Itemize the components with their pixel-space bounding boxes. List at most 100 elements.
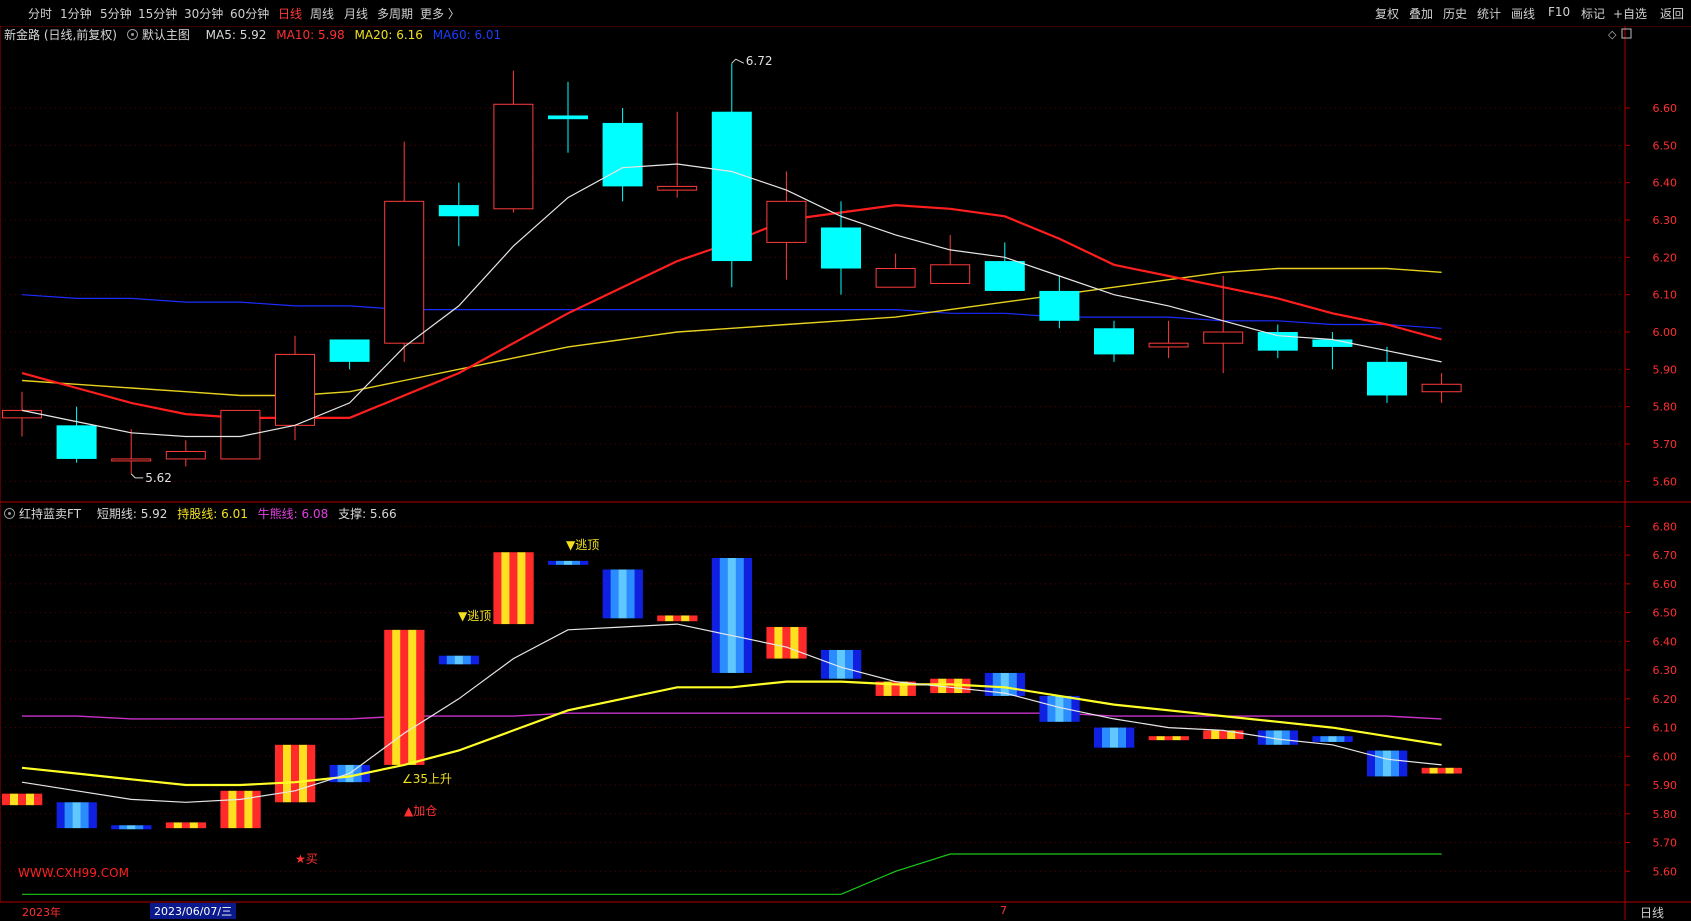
sub-tick-label: 5.80 xyxy=(1653,808,1678,821)
candle xyxy=(165,440,206,467)
fund-bar-stripe xyxy=(135,825,144,830)
fund-bar-stripe xyxy=(1429,767,1438,774)
fund-bar xyxy=(1203,730,1244,740)
candle-body xyxy=(548,115,588,120)
fund-bar-stripe xyxy=(88,802,97,829)
candle xyxy=(1367,346,1407,403)
candle-body xyxy=(766,200,807,243)
fund-bar xyxy=(821,649,862,679)
fund-bar-stripe xyxy=(1047,695,1056,722)
fund-bar-stripe xyxy=(1399,750,1408,777)
fund-bar-stripe xyxy=(189,822,199,829)
fund-bar-stripe xyxy=(821,649,830,679)
fund-bar-stripe xyxy=(392,629,401,765)
stock-name-label: 新金路 (日线,前复权) xyxy=(4,28,117,42)
main-price-tick-label: 6.00 xyxy=(1653,326,1678,339)
fund-bar-stripe xyxy=(119,825,128,830)
fund-bar-stripe xyxy=(307,744,316,803)
fund-bar xyxy=(602,569,643,619)
sub-tick-label: 6.50 xyxy=(1653,607,1678,620)
fund-bar-stripe xyxy=(236,790,245,829)
sub-tick-label: 6.80 xyxy=(1653,520,1678,533)
fund-bar-stripe xyxy=(984,672,994,696)
candle-body xyxy=(2,409,42,419)
indicator-selector[interactable]: 红持蓝卖FT xyxy=(4,507,87,521)
fund-bar-stripe xyxy=(220,790,229,829)
fund-bar-stripe xyxy=(244,790,253,829)
settings-icon xyxy=(126,29,138,40)
fund-bar-stripe xyxy=(1126,727,1135,748)
fund-bar xyxy=(1148,736,1189,741)
high-price-arrow xyxy=(731,58,745,64)
panel-toggle-icon[interactable] xyxy=(1621,28,1632,39)
sub-tick-label: 5.60 xyxy=(1653,865,1678,878)
fund-bar-stripe xyxy=(1273,730,1283,745)
fund-bar-stripe xyxy=(10,793,19,806)
escape-top-signal-2: ▼逃顶 xyxy=(458,609,492,623)
candle xyxy=(930,234,971,284)
fund-bar-stripe xyxy=(845,649,854,679)
candle-body xyxy=(711,111,752,262)
sub-tick-label: 6.60 xyxy=(1653,578,1678,591)
candle xyxy=(875,253,916,288)
candle xyxy=(548,81,588,153)
high-price-label: 6.72 xyxy=(746,54,773,68)
fund-bar xyxy=(2,793,43,806)
main-price-tick-label: 5.90 xyxy=(1653,363,1678,376)
fund-bar-stripe xyxy=(1445,767,1454,774)
fund-bar-stripe xyxy=(556,560,565,565)
fund-bar-stripe xyxy=(1383,750,1392,777)
candle-body xyxy=(1148,342,1189,348)
year-label: 2023年 xyxy=(22,906,61,919)
candle xyxy=(111,429,152,474)
fund-bar-stripe xyxy=(1039,695,1048,722)
fund-bar xyxy=(438,655,480,665)
candle-body xyxy=(56,425,97,459)
main-price-tick-label: 6.20 xyxy=(1653,251,1678,264)
ma5-legend: MA5: 5.92 xyxy=(205,28,267,42)
fund-bar xyxy=(111,825,152,830)
candle-body xyxy=(821,227,861,269)
fund-bar-stripe xyxy=(657,615,666,622)
fund-bar-stripe xyxy=(1375,750,1384,777)
fund-bar-stripe xyxy=(1289,730,1299,745)
template-selector[interactable]: 默认主图 xyxy=(126,28,196,42)
fund-bar-stripe xyxy=(1148,736,1157,741)
fund-bar-stripe xyxy=(493,552,502,625)
fund-bar-stripe xyxy=(782,626,791,659)
fund-bar-stripe xyxy=(626,569,635,619)
fund-bar-stripe xyxy=(602,569,611,619)
fund-bar-stripe xyxy=(64,802,73,829)
candle-body xyxy=(1312,339,1353,347)
low-price-label: 5.62 xyxy=(145,471,172,485)
fund-bar xyxy=(766,626,807,659)
fund-bar-stripe xyxy=(56,802,65,829)
candle xyxy=(384,141,425,362)
fund-bar-stripe xyxy=(719,557,729,673)
fund-bar-stripe xyxy=(665,615,674,622)
fund-bar-stripe xyxy=(1336,736,1345,742)
fund-bar-stripe xyxy=(711,557,721,673)
candle xyxy=(1312,332,1353,370)
candle xyxy=(275,335,315,441)
fund-bar-stripe xyxy=(470,655,480,665)
candle xyxy=(329,339,370,370)
fund-bar-stripe xyxy=(1219,730,1228,740)
sub-tick-label: 6.30 xyxy=(1653,664,1678,677)
fund-bar-stripe xyxy=(1211,730,1220,740)
fund-bar xyxy=(1257,730,1299,745)
fund-bar-stripe xyxy=(72,802,81,829)
fund-bar-stripe xyxy=(774,626,783,659)
month-label: 7 xyxy=(1000,904,1007,917)
fund-bar-stripe xyxy=(735,557,745,673)
candle-body xyxy=(930,264,971,284)
sub-tick-label: 6.40 xyxy=(1653,635,1678,648)
rise-signal: ∠35上升 xyxy=(402,772,453,786)
indicator-name: 红持蓝卖FT xyxy=(19,507,82,521)
main-price-tick-label: 6.30 xyxy=(1653,214,1678,227)
diamond-icon[interactable]: ◇ xyxy=(1608,28,1617,41)
fund-bar-stripe xyxy=(18,793,27,806)
candle xyxy=(657,111,698,198)
fund-bar-stripe xyxy=(610,569,619,619)
ma60-legend: MA60: 6.01 xyxy=(432,28,502,42)
